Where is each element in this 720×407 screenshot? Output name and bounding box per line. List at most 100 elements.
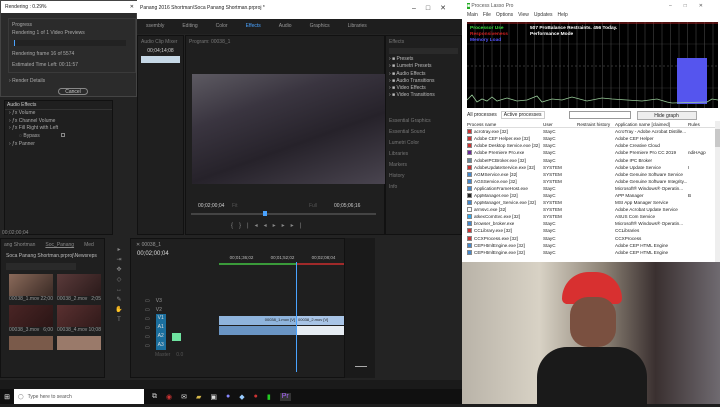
col-process-name[interactable]: Process name: [467, 122, 543, 127]
tab-project[interactable]: ang Shortman: [4, 242, 35, 248]
table-row[interactable]: CEPHtmlEngine.exe [32] StayC Adobe CEP HTM…: [467, 242, 715, 249]
table-row[interactable]: AdobeIPCBroker.exe [32] StayC Adobe IPC Br…: [467, 156, 715, 163]
col-restraint[interactable]: Restraint history: [577, 122, 615, 127]
effects-folder[interactable]: › ■ Audio Transitions: [389, 78, 458, 85]
tools-panel[interactable]: ▸ ⇥ ✥ ◇ ↔ ✎ ✋ T: [113, 245, 125, 325]
menu-view[interactable]: View: [518, 12, 529, 18]
table-row[interactable]: CCXProcess.exe [32] StayC CCXProcess: [467, 235, 715, 242]
tab-libraries[interactable]: Libraries: [339, 19, 376, 34]
panel-info[interactable]: Info: [389, 182, 458, 193]
effects-folder[interactable]: › ■ Video Effects: [389, 85, 458, 92]
clip-thumb[interactable]: [9, 336, 53, 350]
menu-help[interactable]: Help: [558, 12, 568, 18]
store-icon[interactable]: ▣: [210, 393, 217, 401]
playhead[interactable]: [263, 211, 267, 216]
table-row[interactable]: Adobe Desktop Service.exe [32] StayC Adobe…: [467, 142, 715, 149]
clip-thumb[interactable]: 00038_4.mov 10;08: [57, 305, 101, 333]
table-row[interactable]: ApplicationFrameHost.exe StayC Microsoft® …: [467, 185, 715, 192]
fit-select[interactable]: Fit: [232, 203, 238, 209]
tab-graphics[interactable]: Graphics: [301, 19, 339, 34]
task-view-icon[interactable]: ⧉: [152, 393, 157, 401]
scrollbar[interactable]: [715, 121, 720, 262]
table-row[interactable]: Adobe CEF Helper.exe [32] StayC Adobe CEF …: [467, 135, 715, 142]
effect-bypass[interactable]: ◌ Bypass: [9, 133, 112, 141]
panel-lumetri-color[interactable]: Lumetri Color: [389, 138, 458, 149]
panel-libraries[interactable]: Libraries: [389, 149, 458, 160]
tab-assembly[interactable]: ssembly: [137, 19, 173, 34]
panel-markers[interactable]: Markers: [389, 160, 458, 171]
audio-clip[interactable]: [219, 326, 296, 335]
scrubber[interactable]: [191, 213, 376, 215]
video-clip[interactable]: 00038_2.mov [V]: [297, 316, 344, 325]
table-row[interactable]: AGMService.exe [32] SYSTEM Adobe Genuine S…: [467, 171, 715, 178]
close-icon[interactable]: ✕: [130, 4, 134, 10]
clip-thumb[interactable]: 00038_3.mov 6;00: [9, 305, 53, 333]
premiere-taskbar-icon[interactable]: Pr: [279, 392, 291, 401]
effects-folder[interactable]: › ■ Audio Effects: [389, 71, 458, 78]
effects-folder[interactable]: › ■ Lumetri Presets: [389, 63, 458, 70]
window-controls[interactable]: –□✕: [412, 4, 456, 12]
windows-start-icon[interactable]: ⊞: [0, 393, 14, 401]
table-row[interactable]: armsvc.exe [32] SYSTEM Adobe Acrobat Updat…: [467, 206, 715, 213]
tab-active-processes[interactable]: Active processes: [500, 111, 545, 119]
clip-thumb[interactable]: 00038_1.mov 22;00: [9, 274, 53, 302]
filter-input[interactable]: [568, 111, 631, 119]
table-row[interactable]: CCLibrary.exe [32] StayC CCLibraries: [467, 227, 715, 234]
table-row[interactable]: atkexComSvc.exe [32] SYSTEM ASUS Com Servi…: [467, 213, 715, 220]
file-explorer-icon[interactable]: ▰: [196, 393, 201, 401]
clip-thumb[interactable]: 00038_2.mov 2;05: [57, 274, 101, 302]
table-row[interactable]: AppManager_Service.exe [32] SYSTEM MSI App…: [467, 199, 715, 206]
tab-editing[interactable]: Editing: [173, 19, 206, 34]
cancel-button[interactable]: Cancel: [58, 88, 88, 95]
effect-fill-right[interactable]: › ƒx Fill Right with Left: [9, 125, 112, 133]
app-icon[interactable]: ●: [254, 393, 258, 401]
bypass-checkbox[interactable]: [61, 133, 66, 138]
effect-panner[interactable]: › ƒx Panner: [9, 141, 112, 149]
quality-select[interactable]: Full: [309, 203, 317, 209]
timeline-tab[interactable]: 00038_1: [142, 242, 161, 248]
tab-audio[interactable]: Audio: [270, 19, 301, 34]
effects-folder[interactable]: › ■ Presets: [389, 56, 458, 63]
mixer-bar[interactable]: [141, 56, 180, 63]
col-app-name[interactable]: Application name [claimed]: [615, 122, 688, 127]
taskbar-search[interactable]: ◯ Type here to search: [14, 389, 144, 404]
table-row[interactable]: AGSService.exe [32] SYSTEM Adobe Genuine S…: [467, 178, 715, 185]
tab-effects[interactable]: Effects: [237, 19, 270, 34]
table-row[interactable]: AdobeUpdateService.exe [32] SYSTEM Adobe U…: [467, 164, 715, 171]
audio-clip[interactable]: [297, 326, 344, 335]
effect-channel-volume[interactable]: › ƒx Channel Volume: [9, 118, 112, 126]
solo-indicator[interactable]: [171, 332, 181, 341]
menu-options[interactable]: Options: [496, 12, 513, 18]
hide-graph-button[interactable]: Hide graph: [636, 110, 697, 120]
effects-folder[interactable]: › ■ Video Transitions: [389, 92, 458, 99]
clip-thumb[interactable]: [57, 336, 101, 350]
mail-icon[interactable]: ✉: [181, 393, 187, 401]
menu-main[interactable]: Main: [467, 12, 478, 18]
process-lasso-taskbar-icon[interactable]: ▮: [267, 393, 271, 401]
render-details-toggle[interactable]: › Render Details: [9, 78, 45, 84]
vivaldi-icon[interactable]: ◉: [166, 393, 172, 401]
table-row[interactable]: Adobe Premiere Pro.exe StayC Adobe Premier…: [467, 149, 715, 156]
tab-media[interactable]: Med: [84, 242, 94, 248]
col-rules[interactable]: Rules: [688, 122, 708, 127]
app-icon[interactable]: ◆: [239, 393, 244, 401]
col-user[interactable]: User: [543, 122, 577, 127]
transport-controls[interactable]: {}|◂◂▸▸▸|: [231, 222, 307, 229]
tab-soc-panang[interactable]: Soc_Panang: [45, 242, 74, 248]
table-row[interactable]: CEPHtmlEngine.exe [32] StayC Adobe CEP HTM…: [467, 249, 715, 256]
panel-essential-sound[interactable]: Essential Sound: [389, 127, 458, 138]
menu-updates[interactable]: Updates: [534, 12, 553, 18]
project-search[interactable]: [6, 263, 76, 270]
video-clip[interactable]: 00038_1.mov [V]: [219, 316, 296, 325]
menu-file[interactable]: File: [483, 12, 491, 18]
panel-history[interactable]: History: [389, 171, 458, 182]
window-controls[interactable]: –□✕: [669, 3, 715, 9]
table-row[interactable]: acrotray.exe [32] StayC AcroTray - Adobe A…: [467, 128, 715, 135]
table-row[interactable]: browser_broker.exe StayC Microsoft® Window…: [467, 220, 715, 227]
panel-essential-graphics[interactable]: Essential Graphics: [389, 116, 458, 127]
app-icon[interactable]: ●: [226, 393, 230, 401]
effect-volume[interactable]: › ƒx Volume: [9, 110, 112, 118]
table-row[interactable]: AppManager.exe [32] StayC APP Manager B: [467, 192, 715, 199]
tab-color[interactable]: Color: [207, 19, 237, 34]
tab-all-processes[interactable]: All processes: [467, 112, 497, 118]
